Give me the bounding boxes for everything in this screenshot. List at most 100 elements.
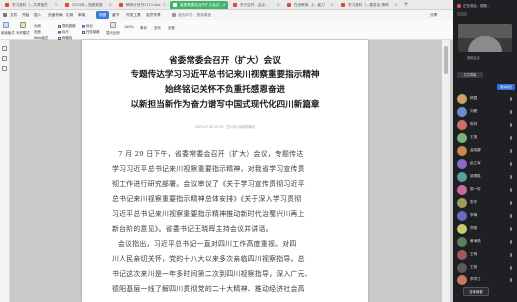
tab-doc-3[interactable]: 教研计划书1721.doc ×: [116, 1, 168, 9]
avatar: [457, 159, 467, 169]
menu-review[interactable]: 审阅: [78, 10, 85, 20]
menu-sections[interactable]: 章节: [112, 10, 119, 20]
bookmark-icon[interactable]: [2, 56, 7, 61]
tab-doc-6[interactable]: 在线教育..上...能力 ×: [284, 1, 336, 9]
mic-icon[interactable]: [510, 123, 512, 127]
reading-mode-label[interactable]: 阅读版式: [1, 30, 15, 35]
participant-item[interactable]: 邵德胜: [457, 171, 513, 183]
mic-icon[interactable]: [510, 214, 512, 218]
doc-line: 7 月 29 日下午，省委常委会召开（扩大）会议，专题传达: [118, 150, 304, 158]
share-button[interactable]: 分享: [430, 10, 437, 20]
mic-icon[interactable]: [510, 201, 512, 205]
participant-item[interactable]: 王艳: [457, 262, 513, 274]
checkbox-navigation-pane[interactable]: 导航窗格: [58, 23, 76, 28]
close-icon[interactable]: ×: [277, 1, 280, 9]
view-web[interactable]: Web版式: [34, 35, 48, 40]
mic-icon[interactable]: [510, 227, 512, 231]
zoom-100[interactable]: 100%: [124, 25, 134, 29]
participant-item[interactable]: 王明: [457, 249, 513, 261]
tab-doc-5[interactable]: 关于召开…会议... ×: [230, 1, 282, 9]
close-icon[interactable]: ×: [331, 1, 334, 9]
participant-item[interactable]: 周一珍: [457, 184, 513, 196]
invite-button[interactable]: 邀请成员: [497, 84, 515, 90]
mic-icon[interactable]: [510, 149, 512, 153]
page-width[interactable]: 页宽: [168, 25, 175, 30]
avatar: [457, 172, 467, 182]
tab-doc-7[interactable]: 学习资料（...要讲话 精神 ×: [338, 1, 400, 9]
multi-page[interactable]: 多页: [154, 25, 161, 30]
mic-icon[interactable]: [510, 175, 512, 179]
writing-mode-icon[interactable]: [20, 22, 26, 28]
view-outline[interactable]: 大纲: [34, 23, 41, 28]
participant-item[interactable]: 郑丽: [457, 223, 513, 235]
participant-item[interactable]: 陈林: [457, 119, 513, 131]
checkbox-gridlines[interactable]: 网格线: [58, 35, 72, 40]
single-page[interactable]: 单页: [140, 25, 147, 30]
menu-member[interactable]: 会员专享: [146, 10, 161, 20]
mic-icon[interactable]: [510, 188, 512, 192]
mute-all-button[interactable]: 全体静音: [463, 287, 489, 296]
participant-item[interactable]: 李梅: [457, 210, 513, 222]
zoom-icon[interactable]: [110, 22, 116, 28]
close-icon[interactable]: ×: [223, 1, 226, 9]
avatar: [457, 120, 467, 130]
checkbox-task-pane[interactable]: 任务窗格: [82, 29, 100, 34]
mic-icon[interactable]: [510, 136, 512, 140]
document-icon: [119, 3, 123, 7]
mic-icon[interactable]: [510, 110, 512, 114]
close-icon[interactable]: ×: [109, 1, 112, 9]
menu-references[interactable]: 引用: [66, 10, 73, 20]
checkbox-box[interactable]: [58, 30, 61, 34]
reading-mode-icon[interactable]: [3, 22, 9, 28]
participant-item[interactable]: 黄海燕: [457, 236, 513, 248]
participant-item[interactable]: 李学江: [457, 274, 513, 286]
mic-icon[interactable]: [510, 278, 512, 282]
hamburger-icon[interactable]: [3, 13, 7, 17]
vertical-scrollbar[interactable]: [442, 40, 450, 302]
close-icon[interactable]: ×: [395, 1, 398, 9]
scrollbar-thumb[interactable]: [444, 46, 448, 74]
avatar: [457, 133, 467, 143]
video-preview[interactable]: [458, 24, 512, 52]
checkbox-box[interactable]: [58, 36, 61, 40]
command-search[interactable]: 查找命令、搜索模板: [178, 10, 211, 20]
zoom-label[interactable]: 显示比例: [106, 30, 120, 35]
menu-view[interactable]: 视图: [96, 11, 110, 19]
menu-file[interactable]: 文件: [10, 10, 17, 20]
menu-developer[interactable]: 开发工具: [126, 10, 141, 20]
participant-item[interactable]: 张华: [457, 197, 513, 209]
writing-mode-label[interactable]: 写作模式: [16, 30, 30, 35]
menu-home[interactable]: 开始: [22, 10, 29, 20]
mic-icon[interactable]: [510, 162, 512, 166]
participant-item[interactable]: 刘峰: [457, 106, 513, 118]
checkbox-box[interactable]: [82, 24, 85, 28]
share-screen-button[interactable]: 共享屏幕: [457, 72, 483, 78]
checkbox-box[interactable]: [82, 30, 85, 34]
new-tab-button[interactable]: +: [402, 1, 410, 9]
find-icon[interactable]: [2, 66, 7, 71]
tab-doc-2[interactable]: 2023年...视频到底 ×: [62, 1, 114, 9]
mic-icon[interactable]: [510, 266, 512, 270]
checkbox-markup[interactable]: 标记: [82, 23, 93, 28]
menu-page-layout[interactable]: 页面布局: [48, 10, 63, 20]
mic-icon[interactable]: [510, 97, 512, 101]
participant-item[interactable]: 王丽: [457, 132, 513, 144]
participant-item[interactable]: 杨霞: [457, 93, 513, 105]
checkbox-ruler[interactable]: 标尺: [58, 29, 69, 34]
close-icon[interactable]: ×: [55, 1, 58, 9]
checkbox-box[interactable]: [58, 24, 61, 28]
participant-item[interactable]: 赵立军: [457, 158, 513, 170]
layout-toggle[interactable]: [457, 12, 467, 16]
menu-insert[interactable]: 插入: [34, 10, 41, 20]
tab-doc-active[interactable]: 省委常委会召开扩大会议... ×: [170, 1, 228, 9]
navigation-icon[interactable]: [2, 46, 7, 51]
document-page[interactable]: 省委常委会召开（扩大）会议 专题传达学习习近平总书记来川视察重要指示精神 始终铭…: [82, 40, 368, 302]
avatar: [457, 224, 467, 234]
tab-doc-1[interactable]: 学习资料（...共青团员 ×: [2, 1, 60, 9]
mic-icon[interactable]: [510, 253, 512, 257]
mic-icon[interactable]: [510, 240, 512, 244]
doc-heading-2: 专题传达学习习近平总书记来川视察重要指示精神: [130, 70, 320, 80]
view-page[interactable]: 页面: [34, 29, 41, 34]
close-icon[interactable]: ×: [163, 1, 166, 9]
participant-item[interactable]: 孟晓娜: [457, 145, 513, 157]
